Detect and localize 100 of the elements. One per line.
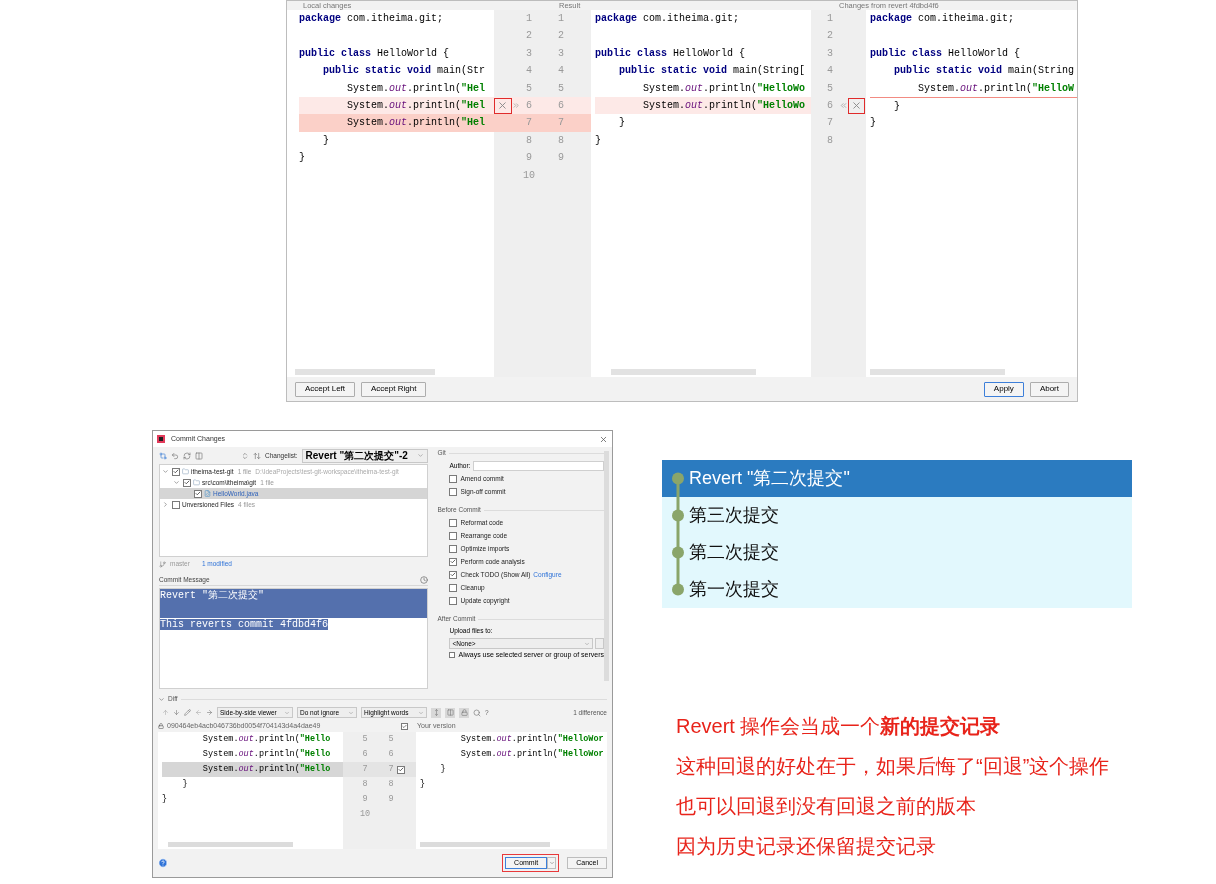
scrollbar[interactable]	[870, 369, 1005, 375]
checkbox[interactable]	[449, 596, 458, 605]
line-number: 3	[525, 46, 533, 61]
line-number: 6	[826, 98, 834, 113]
code-line: public class HelloWorld {	[595, 46, 747, 61]
search-icon[interactable]	[473, 708, 481, 717]
scrollbar[interactable]	[295, 369, 435, 375]
checkbox[interactable]	[183, 478, 191, 487]
close-icon[interactable]	[599, 434, 608, 444]
arrow-right-icon[interactable]	[206, 709, 213, 716]
changelist-dropdown[interactable]: Revert "第二次提交"-2	[301, 448, 429, 463]
line-number: 3	[557, 46, 565, 61]
apply-arrow-icon[interactable]	[511, 101, 520, 111]
line-number: 1	[557, 12, 565, 26]
history-row[interactable]: Revert "第二次提交"	[662, 460, 1132, 497]
checkbox[interactable]	[449, 518, 458, 527]
code-line: package com.itheima.git;	[299, 12, 445, 26]
toggle-icon[interactable]	[431, 707, 441, 718]
checkbox[interactable]	[449, 487, 458, 496]
dialog-button[interactable]: Apply	[983, 381, 1024, 397]
chevron-icon[interactable]	[162, 468, 169, 475]
branch-icon	[159, 560, 166, 568]
edit-icon[interactable]	[184, 709, 191, 716]
code-line: }	[322, 133, 330, 148]
toggle-icon[interactable]	[459, 707, 469, 718]
commit-label: 第一次提交	[689, 578, 779, 601]
scrollbar[interactable]	[420, 842, 550, 847]
history-row[interactable]: 第一次提交	[662, 571, 1132, 608]
dialog-button[interactable]: Abort	[1029, 381, 1069, 397]
checkbox[interactable]	[172, 467, 180, 476]
commit-message-field[interactable]: Revert "第二次提交" This reverts commit 4fdbd4f6	[159, 588, 429, 689]
refresh-icon[interactable]	[183, 451, 191, 460]
checkbox[interactable]	[449, 652, 456, 658]
chevron-down-icon	[418, 709, 424, 716]
note-text: 也可以回退到没有回退之前的版本	[676, 794, 977, 819]
code-line: public static void main(String	[893, 64, 1076, 79]
checkbox[interactable]	[194, 489, 202, 498]
line-number: 9	[387, 793, 395, 806]
checkbox[interactable]	[172, 500, 180, 509]
line-number: 10	[522, 168, 536, 183]
code-line: }	[595, 133, 602, 148]
file-icon	[204, 490, 211, 497]
line-number: 5	[525, 81, 533, 96]
chevron-down-icon	[284, 709, 290, 716]
line-number: 2	[557, 29, 565, 44]
group-icon[interactable]	[195, 451, 203, 460]
code-line: System.out.println("HelloWor	[459, 733, 605, 746]
code-line: System.out.println("Hello	[201, 733, 332, 746]
line-number: 8	[361, 778, 369, 791]
scrollbar[interactable]	[611, 369, 756, 375]
checkbox[interactable]	[397, 765, 405, 774]
checkbox[interactable]	[449, 583, 458, 592]
undo-icon[interactable]	[171, 451, 179, 460]
history-row[interactable]: 第二次提交	[662, 534, 1132, 571]
chevron-down-icon	[417, 452, 425, 459]
note-text: 这种回退的好处在于，如果后悔了“回退”这个操作	[676, 754, 1111, 779]
history-row[interactable]: 第三次提交	[662, 497, 1132, 534]
clock-icon[interactable]	[420, 575, 429, 584]
code-line: }	[162, 793, 169, 806]
checkbox[interactable]	[449, 570, 458, 579]
author-field[interactable]	[473, 460, 604, 471]
scrollbar[interactable]	[168, 842, 293, 847]
checkbox[interactable]	[449, 474, 458, 483]
arrow-up-icon[interactable]	[162, 709, 169, 716]
scrollbar[interactable]	[604, 451, 609, 681]
code-line: System.out.println("HelloW	[917, 81, 1076, 96]
checkbox[interactable]	[449, 544, 458, 553]
note-text: Revert 操作会当成一个新的提交记录	[676, 714, 1002, 739]
chevron-icon[interactable]	[173, 479, 180, 486]
commit-node-icon	[672, 534, 684, 571]
code-line: public static void main(String[	[618, 64, 807, 79]
dialog-button[interactable]: Accept Right	[361, 381, 427, 397]
toggle-icon[interactable]	[445, 707, 455, 718]
line-number: 9	[525, 151, 533, 166]
code-line: }	[870, 96, 1077, 115]
collapse-all-icon[interactable]	[253, 451, 261, 460]
expand-all-icon[interactable]	[241, 451, 249, 460]
line-number: 4	[826, 64, 834, 79]
help-icon[interactable]	[158, 858, 168, 868]
line-number: 7	[826, 116, 834, 131]
lock-icon	[158, 723, 164, 729]
diff-icon[interactable]	[159, 451, 167, 460]
code-line: System.out.println("Hel	[346, 81, 487, 96]
commit-node-icon	[672, 497, 684, 534]
checkbox[interactable]	[449, 557, 458, 566]
line-number: 2	[826, 29, 834, 44]
browse-button[interactable]	[595, 638, 604, 649]
code-line: System.out.println("HelloWo	[642, 81, 807, 96]
arrow-left-icon[interactable]	[195, 709, 202, 716]
app-logo-icon	[157, 435, 165, 443]
checkbox[interactable]	[401, 722, 408, 730]
line-number: 5	[826, 81, 834, 96]
arrow-down-icon[interactable]	[173, 709, 180, 716]
line-number: 6	[361, 748, 369, 761]
collapse-icon[interactable]	[158, 695, 165, 703]
dialog-button[interactable]: Accept Left	[295, 381, 356, 397]
chevron-icon[interactable]	[162, 501, 169, 508]
code-line: public class HelloWorld {	[299, 46, 451, 61]
line-number: 4	[557, 64, 565, 79]
checkbox[interactable]	[449, 531, 458, 540]
